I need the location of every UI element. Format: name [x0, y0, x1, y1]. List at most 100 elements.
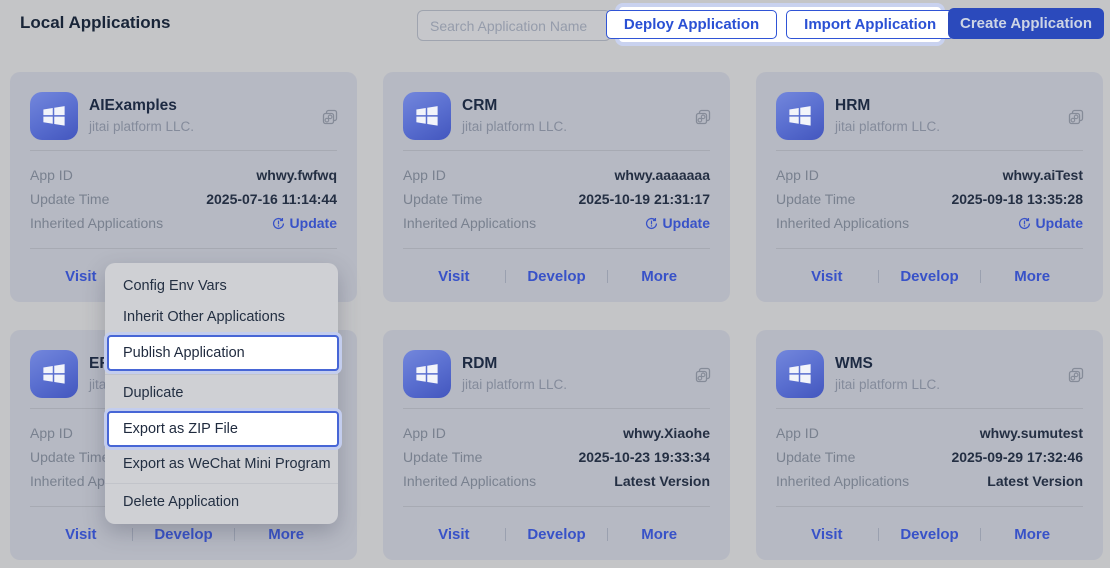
- update-time-value: 2025-10-19 21:31:17: [578, 191, 710, 207]
- update-link[interactable]: Update: [272, 215, 337, 231]
- card-info-rows: App ID whwy.sumutest Update Time 2025-09…: [776, 421, 1083, 493]
- update-time-row: Update Time 2025-09-18 13:35:28: [776, 187, 1083, 211]
- inherited-applications-row: Inherited Applications Update: [403, 211, 710, 235]
- app-id-row: App ID whwy.aaaaaaa: [403, 163, 710, 187]
- app-title-block: RDM jitai platform LLC.: [462, 354, 567, 394]
- update-time-label: Update Time: [403, 449, 483, 465]
- card-divider-bottom: [776, 248, 1083, 249]
- app-name: RDM: [462, 355, 498, 372]
- update-time-label: Update Time: [30, 191, 110, 207]
- visit-link[interactable]: Visit: [403, 526, 505, 543]
- app-id-row: App ID whwy.aiTest: [776, 163, 1083, 187]
- visit-link[interactable]: Visit: [776, 526, 878, 543]
- app-id-value: whwy.fwfwq: [256, 167, 337, 183]
- inherited-applications-row: Inherited Applications Update: [30, 211, 337, 235]
- card-header: HRM jitai platform LLC.: [776, 72, 1083, 140]
- update-time-row: Update Time 2025-07-16 11:14:44: [30, 187, 337, 211]
- app-id-row: App ID whwy.Xiaohe: [403, 421, 710, 445]
- menu-item[interactable]: Inherit Other Applications: [105, 302, 338, 333]
- context-menu: Config Env Vars Inherit Other Application…: [105, 263, 339, 524]
- card-info-rows: App ID whwy.fwfwq Update Time 2025-07-16…: [30, 163, 337, 235]
- develop-link[interactable]: Develop: [506, 526, 608, 543]
- visit-link[interactable]: Visit: [776, 268, 878, 285]
- menu-divider: [105, 483, 338, 484]
- windows-app-icon: [776, 350, 824, 398]
- card-divider-top: [776, 150, 1083, 151]
- page-title: Local Applications: [20, 13, 171, 32]
- card-divider-bottom: [403, 506, 710, 507]
- update-link[interactable]: Update: [1018, 215, 1083, 231]
- create-application-button[interactable]: Create Application: [948, 8, 1104, 39]
- menu-item[interactable]: Delete Application: [105, 487, 338, 518]
- copy-link-icon[interactable]: [694, 108, 712, 131]
- update-time-value: 2025-09-29 17:32:46: [951, 449, 1083, 465]
- update-time-value: 2025-07-16 11:14:44: [206, 191, 337, 207]
- copy-link-icon[interactable]: [1067, 108, 1085, 131]
- card-footer: Visit Develop More: [776, 261, 1083, 291]
- card-divider-top: [403, 408, 710, 409]
- more-link[interactable]: More: [608, 526, 710, 543]
- inherited-applications-label: Inherited Applications: [30, 215, 164, 231]
- update-link-label: Update: [1035, 215, 1083, 231]
- card-header: RDM jitai platform LLC.: [403, 330, 710, 398]
- update-link[interactable]: Update: [645, 215, 710, 231]
- annotation-highlight-toolbar: Deploy Application Import Application: [605, 3, 955, 46]
- app-id-label: App ID: [776, 167, 819, 183]
- app-name: HRM: [835, 97, 871, 114]
- app-vendor: jitai platform LLC.: [462, 119, 568, 134]
- menu-item[interactable]: Export as WeChat Mini Program: [105, 449, 338, 480]
- menu-item[interactable]: Export as ZIP File: [107, 411, 339, 447]
- copy-link-icon[interactable]: [321, 108, 339, 131]
- windows-app-icon: [30, 350, 78, 398]
- inherited-applications-row: Inherited Applications Latest Version: [776, 469, 1083, 493]
- search-input[interactable]: [417, 10, 611, 41]
- update-time-row: Update Time 2025-10-19 21:31:17: [403, 187, 710, 211]
- card-divider-top: [30, 150, 337, 151]
- import-application-button[interactable]: Import Application: [786, 10, 955, 39]
- windows-app-icon: [403, 92, 451, 140]
- app-id-value: whwy.aaaaaaa: [614, 167, 710, 183]
- develop-link[interactable]: Develop: [879, 268, 981, 285]
- windows-app-icon: [30, 92, 78, 140]
- card-divider-bottom: [776, 506, 1083, 507]
- update-time-label: Update Time: [776, 449, 856, 465]
- visit-link[interactable]: Visit: [403, 268, 505, 285]
- deploy-application-button[interactable]: Deploy Application: [605, 10, 778, 39]
- inherited-applications-label: Inherited Applications: [776, 473, 910, 489]
- copy-link-icon[interactable]: [694, 366, 712, 389]
- menu-item[interactable]: Duplicate: [105, 378, 338, 409]
- latest-version-value: Latest Version: [987, 473, 1083, 489]
- app-name: CRM: [462, 97, 498, 114]
- update-time-value: 2025-10-23 19:33:34: [578, 449, 710, 465]
- develop-link[interactable]: Develop: [506, 268, 608, 285]
- app-id-value: whwy.aiTest: [1002, 167, 1083, 183]
- app-vendor: jitai platform LLC.: [462, 377, 568, 392]
- update-time-row: Update Time 2025-10-23 19:33:34: [403, 445, 710, 469]
- app-name: AIExamples: [89, 97, 177, 114]
- more-link[interactable]: More: [981, 526, 1083, 543]
- update-alert-icon: [1018, 217, 1030, 229]
- develop-link[interactable]: Develop: [133, 526, 235, 543]
- update-alert-icon: [645, 217, 657, 229]
- more-link[interactable]: More: [235, 526, 337, 543]
- card-divider-top: [403, 150, 710, 151]
- copy-link-icon[interactable]: [1067, 366, 1085, 389]
- app-card-wms: WMS jitai platform LLC. App ID whwy.sumu…: [756, 330, 1103, 560]
- develop-link[interactable]: Develop: [879, 526, 981, 543]
- more-link[interactable]: More: [608, 268, 710, 285]
- more-link[interactable]: More: [981, 268, 1083, 285]
- app-id-value: whwy.sumutest: [979, 425, 1083, 441]
- app-vendor: jitai platform LLC.: [89, 119, 195, 134]
- card-divider-top: [776, 408, 1083, 409]
- card-header: CRM jitai platform LLC.: [403, 72, 710, 140]
- card-footer: Visit Develop More: [403, 261, 710, 291]
- windows-app-icon: [776, 92, 824, 140]
- visit-link[interactable]: Visit: [30, 526, 132, 543]
- update-alert-icon: [272, 217, 284, 229]
- update-time-label: Update Time: [403, 191, 483, 207]
- update-time-label: Update Time: [30, 449, 110, 465]
- menu-item[interactable]: Publish Application: [107, 335, 339, 371]
- menu-item[interactable]: Config Env Vars: [105, 271, 338, 302]
- app-card-hrm: HRM jitai platform LLC. App ID whwy.aiTe…: [756, 72, 1103, 302]
- app-title-block: WMS jitai platform LLC.: [835, 354, 940, 394]
